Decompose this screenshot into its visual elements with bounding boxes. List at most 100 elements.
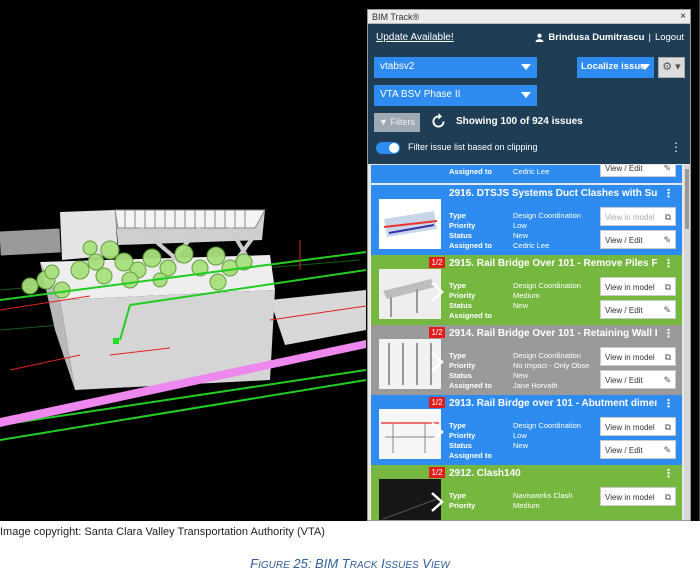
- view-in-model-label: View in model: [605, 353, 655, 362]
- caption-part: SSUES: [384, 560, 419, 571]
- chevron-right-icon[interactable]: [429, 351, 445, 373]
- field-label: Priority: [449, 291, 476, 300]
- gear-icon: ⚙ ▾: [662, 61, 681, 73]
- field-label: Type: [449, 211, 466, 220]
- clipping-toggle-label: Filter issue list based on clipping: [408, 142, 538, 152]
- issue-thumbnail[interactable]: [379, 199, 441, 249]
- issue-count-text: Showing 100 of 924 issues: [456, 116, 583, 127]
- thumbnail-image: [383, 211, 438, 237]
- user-name: Brindusa Dumitrascu: [548, 32, 645, 43]
- external-link-icon: ⧉: [664, 212, 671, 222]
- field-label: Status: [449, 231, 472, 240]
- field-value: Low: [513, 221, 527, 230]
- view-edit-label: View / Edit: [605, 306, 643, 315]
- scrollbar[interactable]: [684, 165, 690, 520]
- view-edit-button[interactable]: View / Edit ✎: [600, 370, 676, 389]
- issue-card-2915[interactable]: 1/2 2915. Rail Bridge Over 101 - Remove …: [371, 255, 682, 325]
- field-value: Cedric Lee: [513, 167, 550, 176]
- filters-button[interactable]: ▼ Filters: [374, 113, 420, 132]
- scrollbar-thumb[interactable]: [685, 169, 689, 229]
- view-edit-button[interactable]: View / Edit ✎: [600, 300, 676, 319]
- copyright-caption: Image copyright: Santa Clara Valley Tran…: [0, 526, 325, 538]
- field-label: Type: [449, 281, 466, 290]
- view-in-model-button[interactable]: View in model ⧉: [600, 207, 676, 226]
- close-icon[interactable]: ×: [680, 10, 686, 24]
- attachment-count-badge: 1/2: [429, 327, 445, 338]
- chevron-down-icon: [640, 64, 650, 70]
- field-value: Navisworks Clash: [513, 491, 573, 500]
- localize-issue-label: Localize issue: [581, 61, 646, 72]
- issue-card-partial[interactable]: Assigned to Cedric Lee View / Edit ✎: [371, 165, 682, 183]
- pencil-icon: ✎: [663, 235, 671, 245]
- panel-titlebar: BIM Track® ×: [368, 10, 690, 24]
- issue-list[interactable]: Assigned to Cedric Lee View / Edit ✎ 2916…: [368, 165, 690, 520]
- issue-card-2916[interactable]: 2916. DTSJS Systems Duct Clashes with Su…: [371, 185, 682, 255]
- chevron-right-icon[interactable]: [429, 491, 445, 513]
- issue-title: 2913. Rail Birdge over 101 - Abutment di…: [449, 398, 657, 409]
- chevron-right-icon[interactable]: [429, 281, 445, 303]
- separator: |: [648, 32, 651, 43]
- pencil-icon: ✎: [663, 445, 671, 455]
- field-value: Design Coordination: [513, 281, 581, 290]
- field-label: Type: [449, 421, 466, 430]
- phase-select-value: VTA BSV Phase II: [380, 89, 461, 100]
- view-edit-button[interactable]: View / Edit ✎: [600, 440, 676, 459]
- more-options-icon[interactable]: ⋮: [670, 140, 682, 154]
- panel-header: Update Available! Brindusa Dumitrascu | …: [368, 24, 690, 164]
- update-available-link[interactable]: Update Available!: [376, 32, 454, 43]
- clipping-toggle[interactable]: [376, 142, 400, 154]
- view-in-model-button[interactable]: View in model ⧉: [600, 277, 676, 296]
- filter-icon: ▼: [379, 117, 388, 127]
- chevron-right-icon[interactable]: [429, 421, 445, 443]
- pencil-icon: ✎: [663, 165, 671, 173]
- field-value: Cedric Lee: [513, 241, 550, 250]
- view-edit-button[interactable]: View / Edit ✎: [600, 165, 676, 177]
- issue-card-2913[interactable]: 1/2 2913. Rail Birdge over 101 - Abutmen…: [371, 395, 682, 465]
- issue-fields: Type Design Coordination Priority Low Stat…: [449, 421, 605, 461]
- caption-part: IEW: [430, 560, 450, 571]
- field-label: Type: [449, 491, 466, 500]
- field-label: Priority: [449, 221, 476, 230]
- issue-title: 2912. Clash140: [449, 468, 521, 479]
- view-in-model-button[interactable]: View in model ⧉: [600, 487, 676, 506]
- more-options-icon[interactable]: ⋮: [663, 397, 674, 410]
- issue-title: 2914. Rail Bridge Over 101 - Retaining W…: [449, 328, 657, 339]
- field-value: Design Coordination: [513, 351, 581, 360]
- view-in-model-label: View in model: [605, 423, 655, 432]
- field-label: Assigned to: [449, 381, 492, 390]
- caption-part: 25: BIM: [289, 556, 342, 571]
- view-in-model-button[interactable]: View in model ⧉: [600, 347, 676, 366]
- attachment-count-badge: 1/2: [429, 467, 445, 478]
- settings-button[interactable]: ⚙ ▾: [658, 57, 685, 78]
- chevron-down-icon: [521, 92, 531, 98]
- more-options-icon[interactable]: ⋮: [663, 467, 674, 480]
- view-edit-label: View / Edit: [605, 376, 643, 385]
- more-options-icon[interactable]: ⋮: [663, 257, 674, 270]
- phase-select[interactable]: VTA BSV Phase II: [374, 85, 537, 106]
- view-in-model-label: View in model: [605, 493, 655, 502]
- view-edit-button[interactable]: View / Edit ✎: [600, 230, 676, 249]
- refresh-icon[interactable]: [430, 113, 447, 130]
- issue-fields: Type Design Coordination Priority No Impac…: [449, 351, 605, 391]
- caption-part: T: [341, 556, 350, 571]
- localize-issue-button[interactable]: Localize issue: [577, 57, 654, 78]
- issue-card-2914[interactable]: 1/2 2914. Rail Bridge Over 101 - Retaini…: [371, 325, 682, 395]
- field-value: Low: [513, 431, 527, 440]
- field-label: Priority: [449, 431, 476, 440]
- logout-link[interactable]: Logout: [655, 32, 684, 43]
- more-options-icon[interactable]: ⋮: [663, 187, 674, 200]
- external-link-icon: ⧉: [664, 352, 671, 362]
- field-label: Status: [449, 301, 472, 310]
- view-edit-label: View / Edit: [605, 165, 643, 173]
- field-label: Type: [449, 351, 466, 360]
- user-icon: [535, 33, 544, 42]
- external-link-icon: ⧉: [664, 282, 671, 292]
- view-in-model-button[interactable]: View in model ⧉: [600, 417, 676, 436]
- field-value: Design Coordination: [513, 211, 581, 220]
- caption-part: F: [250, 556, 259, 571]
- field-label: Status: [449, 441, 472, 450]
- pencil-icon: ✎: [663, 305, 671, 315]
- issue-card-2912[interactable]: 1/2 2912. Clash140 ⋮ Type Navisworks Clas…: [371, 465, 682, 520]
- project-select[interactable]: vtabsv2: [374, 57, 537, 78]
- more-options-icon[interactable]: ⋮: [663, 327, 674, 340]
